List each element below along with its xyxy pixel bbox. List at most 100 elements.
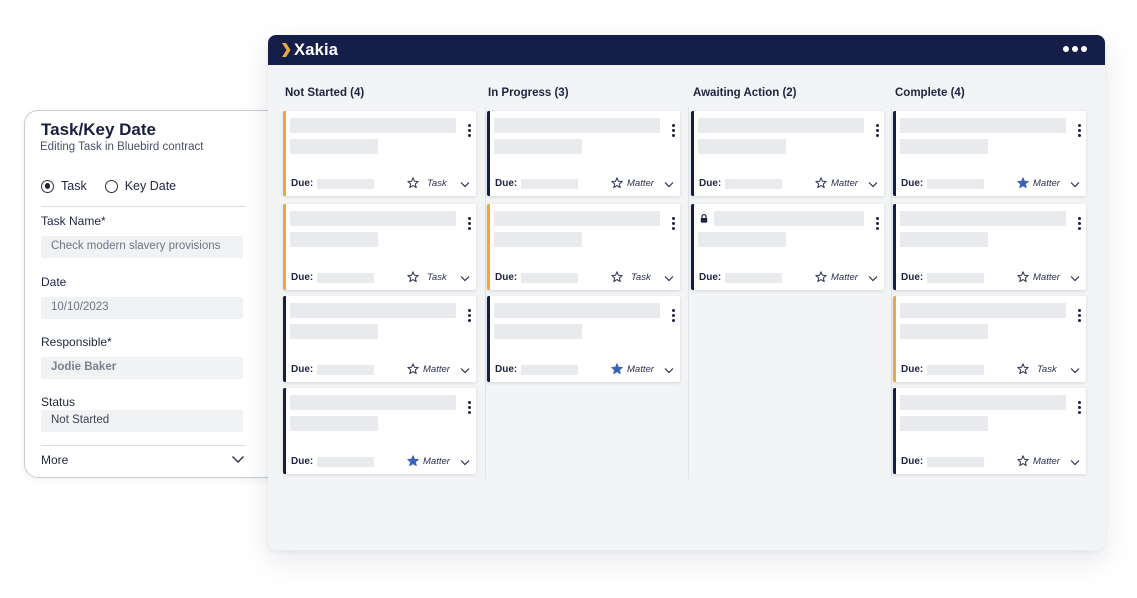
card-subtitle-placeholder [698,232,786,247]
chevron-down-icon[interactable] [460,181,470,188]
card-menu-icon[interactable] [671,217,675,230]
card-type-label: Task [631,272,651,283]
chevron-down-icon[interactable] [868,181,878,188]
due-label: Due: [699,272,722,283]
column-title-awaiting-action: Awaiting Action (2) [693,87,797,99]
card-menu-icon[interactable] [1077,401,1081,414]
chevron-down-icon[interactable] [664,275,674,282]
task-card[interactable]: Due: Matter [893,388,1086,474]
more-options-icon[interactable] [1063,46,1087,52]
app-header: Xakia [268,35,1105,65]
task-card[interactable]: Due: Matter [283,388,476,474]
due-label: Due: [495,272,518,283]
app-logo-text: Xakia [294,40,339,59]
card-type-label: Matter [627,178,654,189]
due-label: Due: [901,364,924,375]
star-icon[interactable] [407,363,419,375]
task-card[interactable]: Due: Matter [283,296,476,382]
date-input[interactable]: 10/10/2023 [41,297,243,319]
star-icon[interactable] [815,271,827,283]
task-card[interactable]: Due: Matter [487,296,680,382]
card-menu-icon[interactable] [875,124,879,137]
form-subtitle: Editing Task in Bluebird contract [40,141,204,153]
card-menu-icon[interactable] [875,217,879,230]
card-menu-icon[interactable] [671,124,675,137]
task-card[interactable]: Due: Matter [691,204,884,290]
due-label: Due: [495,178,518,189]
task-card[interactable]: Due: Task [283,204,476,290]
card-menu-icon[interactable] [467,401,471,414]
radio-option-key-date[interactable]: Key Date [104,179,177,193]
star-icon[interactable] [1017,271,1029,283]
card-title-placeholder [290,395,456,410]
more-toggle-label[interactable]: More [41,453,68,467]
chevron-down-icon[interactable] [1070,459,1080,466]
card-menu-icon[interactable] [467,217,471,230]
chevron-down-icon[interactable] [460,367,470,374]
task-card[interactable]: Due: Task [283,111,476,196]
card-type-label: Matter [1033,178,1060,189]
star-icon[interactable] [1017,455,1029,467]
due-label: Due: [291,456,314,467]
chevron-down-icon[interactable] [1070,275,1080,282]
radio-key-date-label: Key Date [124,179,177,193]
card-menu-icon[interactable] [1077,124,1081,137]
due-label: Due: [291,364,314,375]
task-card[interactable]: Due: Matter [487,111,680,196]
star-icon[interactable] [407,271,419,283]
radio-checked-icon[interactable] [41,179,54,193]
card-subtitle-placeholder [698,139,786,154]
star-icon[interactable] [611,177,623,189]
chevron-down-icon[interactable] [1070,181,1080,188]
task-card[interactable]: Due: Matter [893,111,1086,196]
card-subtitle-placeholder [494,232,582,247]
star-filled-icon[interactable] [1017,177,1029,189]
chevron-down-icon[interactable] [664,181,674,188]
card-menu-icon[interactable] [671,309,675,322]
card-subtitle-placeholder [900,232,988,247]
chevron-down-icon[interactable] [460,275,470,282]
card-menu-icon[interactable] [1077,217,1081,230]
star-icon[interactable] [407,177,419,189]
task-card[interactable]: Due: Task [893,296,1086,382]
card-title-placeholder [900,395,1066,410]
column-title-not-started: Not Started (4) [285,87,365,99]
due-date-placeholder [725,179,782,189]
card-type-label: Task [1037,364,1057,375]
card-menu-icon[interactable] [467,124,471,137]
column-divider [485,107,486,479]
task-card[interactable]: Due: Matter [691,111,884,196]
card-type-label: Matter [627,364,654,375]
due-label: Due: [901,272,924,283]
card-subtitle-placeholder [900,324,988,339]
card-subtitle-placeholder [290,416,378,431]
radio-unchecked-icon[interactable] [104,179,118,193]
chevron-down-icon[interactable] [231,454,245,464]
chevron-down-icon[interactable] [664,367,674,374]
chevron-down-icon[interactable] [868,275,878,282]
card-type-label: Task [427,272,447,283]
chevron-down-icon[interactable] [1070,367,1080,374]
due-date-placeholder [317,365,374,375]
star-filled-icon[interactable] [611,363,623,375]
card-menu-icon[interactable] [467,309,471,322]
star-icon[interactable] [1017,363,1029,375]
app-logo[interactable]: Xakia [282,39,338,61]
status-select[interactable]: Not Started [41,410,243,432]
card-type-label: Matter [831,272,858,283]
responsible-input[interactable]: Jodie Baker [41,357,243,379]
chevron-down-icon[interactable] [460,459,470,466]
task-form-panel: Task/Key Date Editing Task in Bluebird c… [24,110,286,478]
divider [41,206,245,207]
card-type-label: Matter [1033,272,1060,283]
due-label: Due: [291,272,314,283]
star-icon[interactable] [815,177,827,189]
type-radio-group: Task Key Date [41,179,194,193]
star-icon[interactable] [611,271,623,283]
star-filled-icon[interactable] [407,455,419,467]
card-menu-icon[interactable] [1077,309,1081,322]
task-card[interactable]: Due: Task [487,204,680,290]
task-card[interactable]: Due: Matter [893,204,1086,290]
task-name-input[interactable]: Check modern slavery provisions [41,236,243,258]
radio-option-task[interactable]: Task [41,179,87,193]
